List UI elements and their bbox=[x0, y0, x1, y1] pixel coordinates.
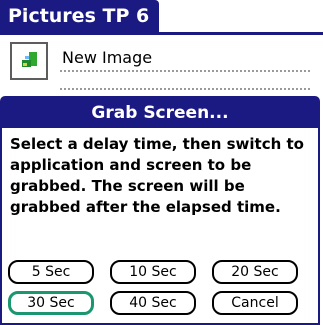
dotted-separator bbox=[60, 70, 310, 72]
title-bar-rule bbox=[0, 32, 323, 35]
dotted-separator bbox=[60, 88, 310, 90]
image-list-item[interactable]: New Image bbox=[10, 42, 310, 94]
cancel-button[interactable]: Cancel bbox=[212, 291, 298, 315]
delay-10-sec-button[interactable]: 10 Sec bbox=[110, 260, 196, 284]
delay-20-sec-button[interactable]: 20 Sec bbox=[212, 260, 298, 284]
dialog-title: Grab Screen... bbox=[2, 98, 318, 128]
delay-button-row: 5 Sec 10 Sec 20 Sec bbox=[8, 260, 308, 286]
delay-button-row: 30 Sec 40 Sec Cancel bbox=[8, 291, 308, 317]
image-thumbnail-icon bbox=[10, 42, 48, 80]
app-title[interactable]: Pictures TP 6 bbox=[0, 0, 160, 32]
delay-30-sec-button[interactable]: 30 Sec bbox=[8, 291, 94, 315]
palm-screen: Pictures TP 6 New Image Grab Screen... S… bbox=[0, 0, 323, 325]
grab-screen-dialog: Grab Screen... Select a delay time, then… bbox=[0, 96, 320, 325]
delay-5-sec-button[interactable]: 5 Sec bbox=[8, 260, 94, 284]
delay-40-sec-button[interactable]: 40 Sec bbox=[110, 291, 196, 315]
dialog-message: Select a delay time, then switch to appl… bbox=[10, 135, 304, 216]
image-name: New Image bbox=[62, 48, 153, 67]
